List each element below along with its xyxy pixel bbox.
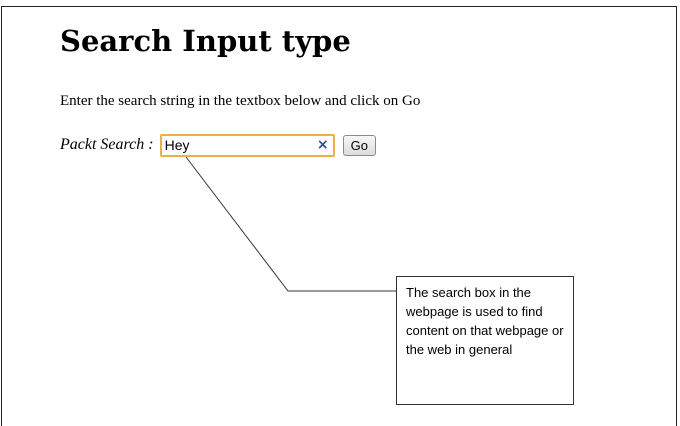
callout-connector [185, 156, 396, 292]
callout-box: The search box in the webpage is used to… [396, 276, 574, 405]
